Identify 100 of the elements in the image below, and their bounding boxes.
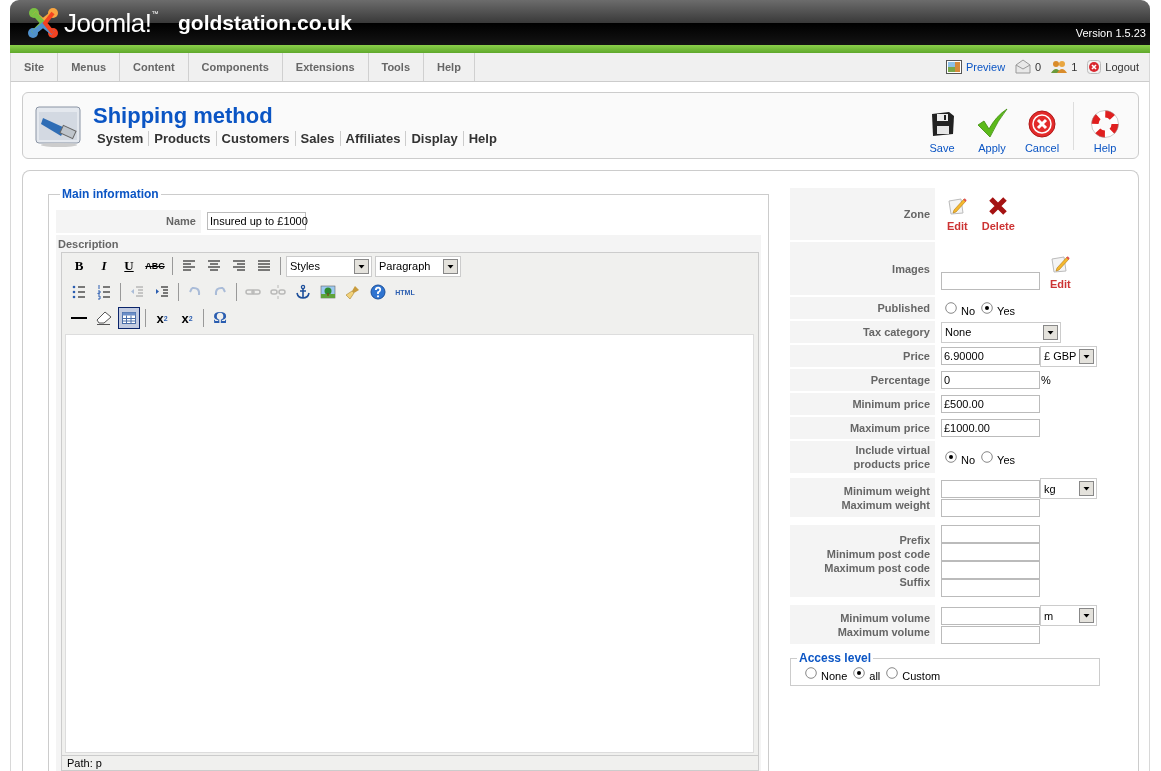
submenu-link[interactable]: Help — [462, 131, 502, 146]
option-label: No — [961, 305, 976, 317]
text-field[interactable] — [941, 543, 1040, 561]
field-label: Percentage — [870, 373, 930, 387]
text-field[interactable] — [941, 525, 1040, 543]
save-button[interactable]: Save — [917, 97, 967, 154]
text-field[interactable] — [941, 606, 1040, 625]
underline-button[interactable]: U — [118, 255, 140, 277]
field-label: Minimum post code — [826, 547, 930, 561]
radio-button[interactable] — [805, 667, 817, 679]
field-label: Maximum price — [849, 421, 930, 435]
path-text: Path: p — [62, 755, 758, 770]
lifebuoy-icon — [1091, 109, 1119, 138]
text-field[interactable]: £500.00 — [941, 395, 1040, 413]
help-button[interactable]: Help — [1080, 97, 1130, 154]
submenu-link[interactable]: Display — [405, 131, 463, 146]
text-field[interactable] — [941, 579, 1040, 597]
help-button[interactable] — [367, 281, 389, 303]
submenu-link[interactable]: Products — [148, 131, 216, 146]
caret-icon — [354, 258, 369, 274]
caret-icon — [443, 258, 458, 274]
option-label: No — [961, 454, 976, 466]
radio-button[interactable] — [853, 667, 866, 679]
format-dropdown[interactable]: Styles — [286, 255, 372, 277]
unlink-icon — [270, 284, 286, 300]
preview-icon — [945, 59, 962, 75]
submenu-link[interactable]: Sales — [294, 131, 340, 146]
option-label: None — [821, 670, 848, 682]
unit-dropdown[interactable]: m — [1040, 605, 1097, 626]
text-field[interactable] — [941, 499, 1040, 517]
bold-button[interactable]: B — [68, 255, 90, 277]
menu-item[interactable]: Content — [120, 53, 189, 81]
menu-item[interactable]: Extensions — [282, 53, 369, 81]
numbers-icon — [96, 284, 112, 300]
menu-item[interactable]: Menus — [58, 53, 121, 81]
plug-icon — [35, 103, 83, 148]
unit-dropdown[interactable]: £ GBP — [1040, 345, 1097, 367]
pencil-note-icon — [947, 196, 968, 216]
delete-link[interactable]: Delete — [981, 196, 1015, 232]
section-legend: Access level — [797, 651, 874, 665]
menu-item[interactable]: Site — [11, 53, 59, 81]
section-legend: Main information — [60, 187, 161, 201]
caret-icon — [1079, 481, 1094, 496]
message-count: 0 — [1035, 61, 1042, 73]
align-center-icon — [206, 258, 222, 274]
name-field[interactable]: Insured up to £1000 — [207, 212, 306, 230]
field-label: Prefix — [899, 533, 930, 547]
version-text: Version 1.5.23 — [1075, 27, 1146, 39]
caret-icon — [1079, 608, 1094, 623]
preview-link[interactable]: Preview — [965, 61, 1006, 73]
image-field[interactable] — [941, 271, 1040, 290]
tax-dropdown[interactable]: None — [941, 321, 1061, 343]
field-label: Published — [877, 301, 930, 315]
text-field[interactable]: £1000.00 — [941, 419, 1040, 437]
field-label: Price — [903, 349, 930, 363]
submenu-link[interactable]: System — [97, 131, 149, 146]
table-button[interactable] — [118, 307, 140, 329]
italic-button[interactable]: I — [93, 255, 115, 277]
field-label: Description — [58, 237, 120, 252]
justify-icon — [256, 258, 272, 274]
help-icon — [370, 284, 386, 300]
edit-link[interactable]: Edit — [1050, 253, 1071, 290]
cross-icon — [988, 196, 1009, 216]
radio-button[interactable] — [945, 302, 957, 314]
text-field[interactable]: 6.90000 — [941, 347, 1040, 365]
unit-dropdown[interactable]: kg — [1040, 478, 1097, 499]
strike-button[interactable]: ABC — [143, 255, 167, 277]
text-field[interactable] — [941, 626, 1040, 644]
charmap-button[interactable]: Ω — [209, 307, 231, 329]
text-field[interactable]: 0 — [941, 371, 1040, 389]
field-label: Maximum volume — [837, 624, 930, 639]
edit-link[interactable]: Edit — [947, 196, 968, 232]
option-label: all — [869, 670, 881, 682]
field-label: Images — [892, 261, 930, 276]
align-right-icon — [231, 258, 247, 274]
cancel-button[interactable]: Cancel — [1017, 97, 1067, 154]
check-mark-icon — [976, 107, 1008, 138]
submenu-link[interactable]: Affiliates — [339, 131, 406, 146]
radio-button[interactable] — [981, 302, 994, 314]
site-name: goldstation.co.uk — [178, 10, 352, 35]
outdent-icon — [129, 284, 145, 300]
field-label: Maximum post code — [824, 561, 930, 575]
rule-icon — [71, 317, 87, 319]
menu-item[interactable]: Tools — [368, 53, 424, 81]
radio-button[interactable] — [945, 451, 957, 463]
text-field[interactable] — [941, 561, 1040, 579]
field-label: Include virtual products price — [852, 443, 930, 471]
caret-icon — [1043, 324, 1058, 340]
menu-item[interactable]: Help — [424, 53, 475, 81]
radio-button[interactable] — [886, 667, 899, 679]
caret-icon — [1079, 348, 1094, 364]
submenu-link[interactable]: Customers — [215, 131, 295, 146]
sup-button[interactable]: x$^{2}$ — [176, 307, 198, 329]
logo-wordmark: Joomla!$^{™}$ — [64, 9, 159, 36]
menu-item[interactable]: Components — [188, 53, 283, 81]
format-dropdown[interactable]: Paragraph — [375, 255, 461, 277]
apply-button[interactable]: Apply — [967, 97, 1017, 154]
radio-button[interactable] — [981, 451, 994, 463]
text-field[interactable] — [941, 479, 1040, 498]
logout-link[interactable]: Logout — [1105, 61, 1139, 73]
